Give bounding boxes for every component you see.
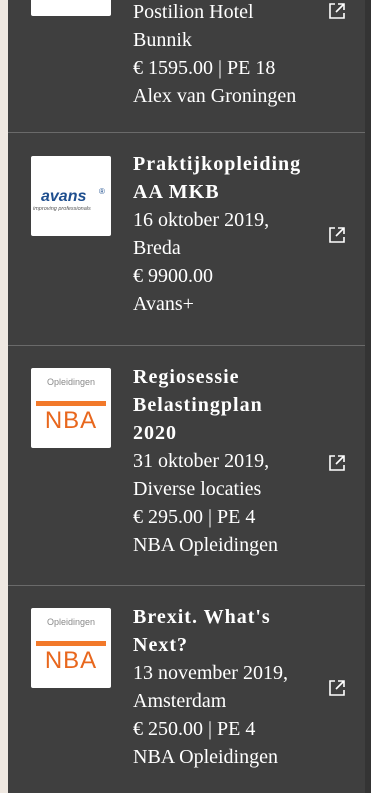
avans-logo-word: avans xyxy=(41,188,87,205)
course-price: € 295.00 | PE 4 xyxy=(133,506,256,528)
external-link-icon[interactable] xyxy=(326,677,348,699)
course-provider: Alex van Groningen xyxy=(133,85,297,107)
course-item-praktijkopleiding[interactable]: avans ® improving professionals Praktijk… xyxy=(8,133,365,346)
course-date: 13 november 2019, xyxy=(133,662,288,684)
course-provider: NBA Opleidingen xyxy=(133,534,278,556)
avans-logo-tagline: improving professionals xyxy=(33,206,91,212)
course-price: € 250.00 | PE 4 xyxy=(133,718,256,740)
course-city: Bunnik xyxy=(133,29,192,51)
nba-logo: Opleidingen NBA xyxy=(31,608,111,688)
nba-logo-word: NBA xyxy=(44,407,98,434)
avans-logo: avans ® improving professionals xyxy=(31,156,111,236)
course-location: Postilion Hotel xyxy=(133,1,254,23)
course-item-regiosessie[interactable]: Opleidingen NBA Regiosessie Belastingpla… xyxy=(8,346,365,586)
course-location: Breda xyxy=(133,237,181,259)
course-date: 31 oktober 2019, xyxy=(133,450,270,472)
course-date: 16 oktober 2019, xyxy=(133,209,270,231)
course-provider: Avans+ xyxy=(133,293,194,315)
external-link-icon[interactable] xyxy=(326,224,348,246)
external-link-icon[interactable] xyxy=(326,0,348,22)
course-location: Amsterdam xyxy=(133,690,227,712)
nba-logo-top: Opleidingen xyxy=(46,617,96,627)
nba-logo: Opleidingen NBA xyxy=(31,368,111,448)
course-list-panel: Postilion Hotel Bunnik € 1595.00 | PE 18… xyxy=(8,0,371,793)
course-title[interactable]: Praktijkopleiding AA MKB xyxy=(133,150,323,206)
course-price: € 9900.00 xyxy=(133,265,213,287)
course-location: Diverse locaties xyxy=(133,478,262,500)
course-item-brexit[interactable]: Opleidingen NBA Brexit. What's Next? 13 … xyxy=(8,586,365,793)
course-provider: NBA Opleidingen xyxy=(133,746,278,768)
nba-logo-top: Opleidingen xyxy=(46,377,96,387)
nba-logo-word: NBA xyxy=(44,647,98,674)
course-price: € 1595.00 | PE 18 xyxy=(133,57,276,79)
course-item-postilion[interactable]: Postilion Hotel Bunnik € 1595.00 | PE 18… xyxy=(8,0,365,133)
external-link-icon[interactable] xyxy=(326,452,348,474)
course-title[interactable]: Brexit. What's Next? xyxy=(133,603,323,659)
course-title[interactable]: Regiosessie Belastingplan 2020 xyxy=(133,363,323,447)
course-logo xyxy=(31,0,111,16)
